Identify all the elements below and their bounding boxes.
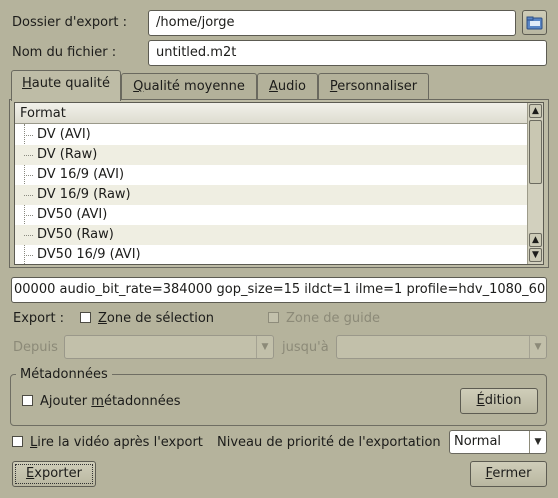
list-item[interactable]: DV (AVI) bbox=[15, 125, 527, 145]
scroll-up-icon[interactable]: ▲ bbox=[529, 104, 542, 118]
chevron-down-icon: ▼ bbox=[256, 336, 273, 358]
add-metadata-checkbox[interactable] bbox=[22, 395, 33, 406]
play-after-export-checkbox[interactable] bbox=[12, 436, 23, 447]
priority-label: Niveau de priorité de l'exportation bbox=[217, 435, 441, 450]
tab-audio[interactable]: Audio bbox=[257, 73, 318, 100]
zone-selection-label: Zone de sélection bbox=[98, 311, 215, 326]
scroll-thumb[interactable] bbox=[529, 120, 542, 184]
zone-guide-label: Zone de guide bbox=[286, 311, 380, 326]
export-label: Export : bbox=[13, 311, 65, 326]
folder-open-icon bbox=[526, 15, 543, 30]
browse-folder-button[interactable] bbox=[522, 10, 547, 35]
zone-selection-checkbox[interactable] bbox=[80, 312, 91, 323]
close-button[interactable]: Fermer bbox=[470, 461, 547, 487]
depuis-select[interactable]: ▼ bbox=[64, 335, 274, 359]
chevron-down-icon: ▼ bbox=[529, 431, 546, 453]
chevron-down-icon: ▼ bbox=[529, 336, 546, 358]
format-column-header[interactable]: Format bbox=[15, 103, 527, 124]
zone-guide-checkbox[interactable] bbox=[268, 312, 279, 323]
scroll-down-icon[interactable]: ▼ bbox=[529, 248, 542, 262]
export-folder-input[interactable]: /home/jorge bbox=[148, 10, 516, 36]
list-item[interactable]: DV50 (Raw) bbox=[15, 225, 527, 245]
tab-qualite-moyenne[interactable]: Qualité moyenne bbox=[121, 73, 257, 100]
priority-select[interactable]: Normal ▼ bbox=[449, 430, 547, 454]
format-list[interactable]: Format DV (AVI) DV (Raw) DV 16/9 (AVI) D… bbox=[14, 102, 544, 265]
metadata-title: Métadonnées bbox=[16, 366, 112, 383]
file-name-input[interactable]: untitled.m2t bbox=[148, 40, 547, 66]
list-item[interactable]: DV50 16/9 (AVI) bbox=[15, 245, 527, 264]
list-item[interactable]: DV50 (AVI) bbox=[15, 205, 527, 225]
depuis-label: Depuis bbox=[13, 340, 58, 355]
list-item[interactable]: DV (Raw) bbox=[15, 145, 527, 165]
play-after-export-label: Lire la vidéo après l'export bbox=[30, 435, 203, 450]
file-name-label: Nom du fichier : bbox=[12, 45, 117, 60]
add-metadata-label: Ajouter métadonnées bbox=[40, 394, 181, 409]
edit-metadata-button[interactable]: Édition bbox=[460, 388, 538, 414]
scroll-up-icon[interactable]: ▲ bbox=[529, 233, 542, 247]
jusqua-select[interactable]: ▼ bbox=[336, 335, 547, 359]
export-folder-label: Dossier d'export : bbox=[12, 15, 128, 30]
render-parameters-field[interactable]: 00000 audio_bit_rate=384000 gop_size=15 … bbox=[11, 277, 547, 303]
list-item[interactable]: DV 16/9 (AVI) bbox=[15, 165, 527, 185]
export-button[interactable]: Exporter bbox=[12, 461, 96, 487]
tab-haute-qualite[interactable]: Haute qualité bbox=[11, 70, 121, 101]
format-list-scrollbar[interactable]: ▲ ▲ ▼ bbox=[527, 103, 543, 264]
tab-personnaliser[interactable]: Personnaliser bbox=[318, 73, 429, 100]
list-item[interactable]: DV 16/9 (Raw) bbox=[15, 185, 527, 205]
jusqua-label: jusqu'à bbox=[282, 340, 329, 355]
